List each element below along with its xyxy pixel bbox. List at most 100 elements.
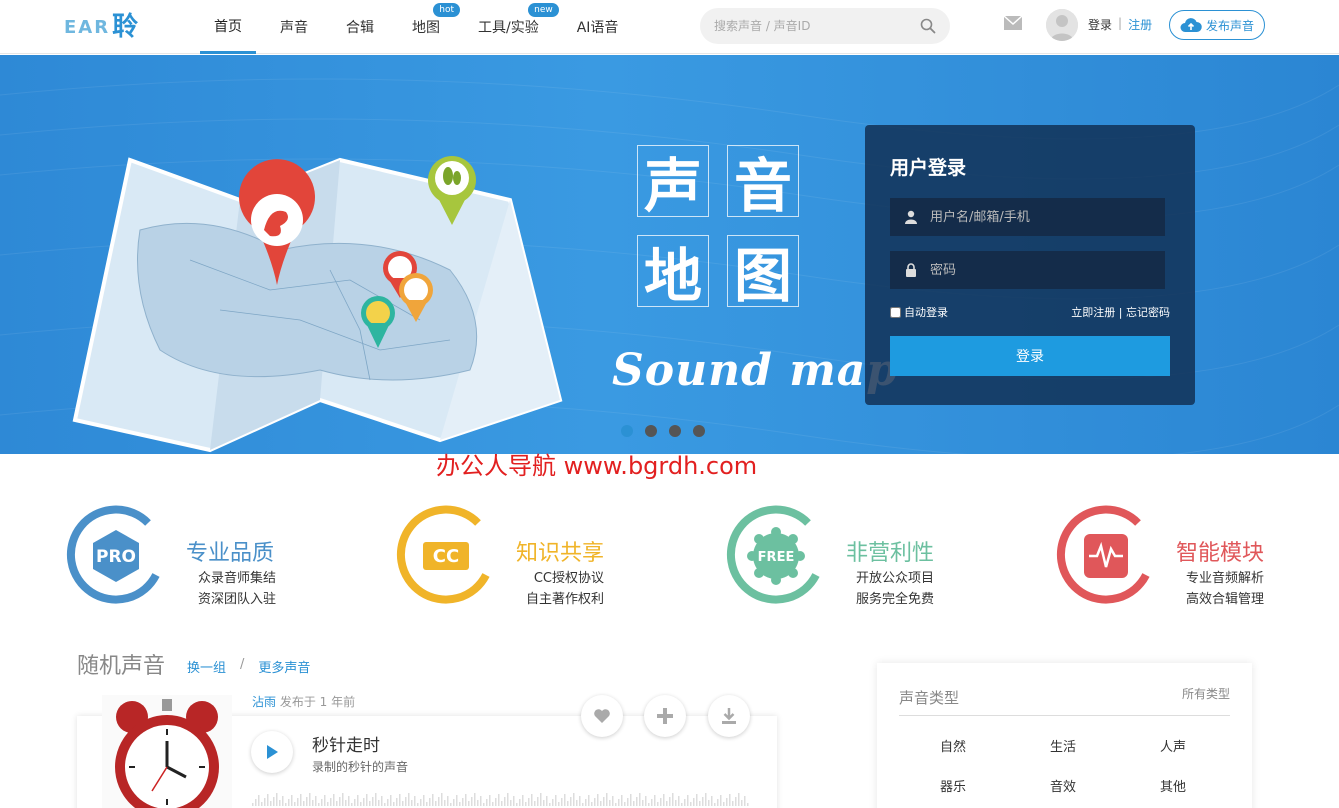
download-icon (722, 708, 736, 724)
links-separator: / (240, 657, 245, 672)
heart-icon (594, 709, 610, 723)
author-link[interactable]: 沾雨 (252, 695, 276, 709)
auth-separator: | (1118, 16, 1123, 30)
hot-badge: hot (433, 3, 460, 17)
feature-free: FREE 非营利性 开放公众项目 服务完全免费 (726, 505, 986, 615)
sound-description: 录制的秒针的声音 (312, 760, 409, 774)
carousel-dots (621, 425, 705, 437)
waveform-bar[interactable] (252, 792, 752, 806)
play-icon (267, 745, 278, 759)
user-icon (905, 210, 917, 224)
nav-collections-label: 合辑 (346, 20, 374, 36)
nav-home[interactable]: 首页 (200, 0, 256, 54)
top-header: EAR 聆 首页 声音 合辑 地图 hot 工具/实验 new AI语音 登录 | … (0, 0, 1339, 54)
publish-label: 发布声音 (1205, 18, 1254, 33)
feature-line: 自主著作权利 (525, 592, 604, 607)
login-links-separator: | (1118, 306, 1123, 319)
search-icon[interactable] (920, 18, 936, 34)
new-badge: new (528, 3, 559, 17)
feature-line: 服务完全免费 (855, 592, 934, 607)
nav-sounds[interactable]: 声音 (266, 0, 322, 54)
title-char-1: 声 (637, 145, 709, 220)
lock-icon (906, 263, 916, 277)
free-badge-icon: FREE (726, 505, 820, 604)
username-input[interactable] (930, 209, 1151, 225)
nav-map[interactable]: 地图 hot (398, 0, 460, 54)
feature-pro: PRO 专业品质 众录音师集结 资深团队入驻 (66, 505, 326, 615)
china-map-illustration (72, 156, 563, 453)
add-to-collection-button[interactable] (644, 695, 686, 737)
type-sfx[interactable]: 音效 (1050, 776, 1076, 795)
sound-types-title: 声音类型 (899, 689, 960, 707)
like-button[interactable] (581, 695, 623, 737)
nav-collections[interactable]: 合辑 (332, 0, 388, 54)
register-now-link[interactable]: 立即注册 (1071, 306, 1115, 319)
nav-ai-voice[interactable]: AI语音 (563, 0, 633, 54)
forgot-password-link[interactable]: 忘记密码 (1126, 306, 1170, 319)
mail-icon[interactable] (1003, 15, 1023, 31)
feature-title: 知识共享 (516, 541, 605, 566)
carousel-dot[interactable] (645, 425, 657, 437)
type-voice[interactable]: 人声 (1160, 736, 1186, 755)
play-button[interactable] (251, 731, 293, 773)
feature-line: 高效合辑管理 (1185, 592, 1264, 607)
main-nav: 首页 声音 合辑 地图 hot 工具/实验 new AI语音 (200, 0, 642, 54)
pro-badge-icon: PRO (66, 505, 160, 604)
random-sounds-links: 换一组 / 更多声音 (187, 657, 310, 676)
type-life[interactable]: 生活 (1050, 736, 1076, 755)
more-sounds-link[interactable]: 更多声音 (258, 657, 310, 676)
site-logo[interactable]: EAR 聆 (64, 8, 168, 42)
remember-checkbox[interactable] (890, 306, 901, 318)
carousel-dot[interactable] (693, 425, 705, 437)
search-box (700, 8, 950, 44)
feature-line: CC授权协议 (533, 571, 604, 586)
login-options: 自动登录 立即注册 | 忘记密码 (890, 304, 1170, 320)
sound-meta: 沾雨 发布于 1 年前 (252, 693, 355, 710)
svg-text:CC: CC (433, 546, 459, 567)
svg-text:PRO: PRO (96, 547, 136, 567)
sound-types-panel: 声音类型 所有类型 自然 生活 人声 器乐 音效 其他 (877, 663, 1252, 808)
title-char-2: 音 (727, 145, 799, 220)
login-links: 立即注册 | 忘记密码 (1071, 304, 1170, 320)
download-button[interactable] (708, 695, 750, 737)
login-title: 用户登录 (890, 157, 967, 179)
username-field-wrap (890, 198, 1165, 236)
nav-tools[interactable]: 工具/实验 new (464, 0, 559, 54)
search-input[interactable] (714, 19, 920, 33)
login-submit-button[interactable]: 登录 (890, 336, 1170, 376)
logo-char: 聆 (112, 12, 139, 42)
avatar[interactable] (1046, 9, 1078, 41)
cc-badge-icon: CC (396, 505, 490, 604)
title-char-4: 图 (727, 235, 799, 310)
type-instrument[interactable]: 器乐 (940, 776, 966, 795)
auth-links: 登录 | 注册 (1088, 16, 1152, 33)
type-nature[interactable]: 自然 (940, 736, 966, 755)
password-input[interactable] (930, 262, 1151, 278)
feature-line: 众录音师集结 (197, 571, 276, 586)
register-link[interactable]: 注册 (1128, 16, 1152, 33)
publish-sound-button[interactable]: 发布声音 (1169, 10, 1265, 40)
feature-title: 非营利性 (846, 541, 935, 566)
login-link[interactable]: 登录 (1088, 16, 1112, 33)
carousel-dot[interactable] (621, 425, 633, 437)
feature-title: 专业品质 (186, 541, 275, 566)
refresh-link[interactable]: 换一组 (187, 657, 226, 676)
sound-title[interactable]: 秒针走时 (312, 731, 380, 756)
nav-tools-label: 工具/实验 (478, 20, 539, 36)
sound-thumbnail[interactable] (102, 695, 232, 808)
feature-smart: 智能模块 专业音频解析 高效合辑管理 (1056, 505, 1316, 615)
carousel-dot[interactable] (669, 425, 681, 437)
feature-line: 专业音频解析 (1185, 571, 1264, 586)
type-other[interactable]: 其他 (1160, 776, 1186, 795)
alarm-clock-icon (102, 695, 232, 808)
logo-text: EAR (64, 17, 111, 38)
title-char-3: 地 (637, 235, 709, 310)
random-sounds-title: 随机声音 (77, 654, 166, 679)
sound-map-subtitle: Sound map (612, 345, 899, 396)
hero-banner: 声 音 地 图 Sound map 用户登录 自动登录 立即注册 | 忘记密码 … (0, 55, 1339, 454)
nav-home-label: 首页 (214, 18, 242, 35)
nav-ai-voice-label: AI语音 (576, 20, 619, 36)
remember-me[interactable]: 自动登录 (890, 304, 948, 320)
remember-label: 自动登录 (904, 306, 948, 319)
all-types-link[interactable]: 所有类型 (1182, 685, 1230, 702)
